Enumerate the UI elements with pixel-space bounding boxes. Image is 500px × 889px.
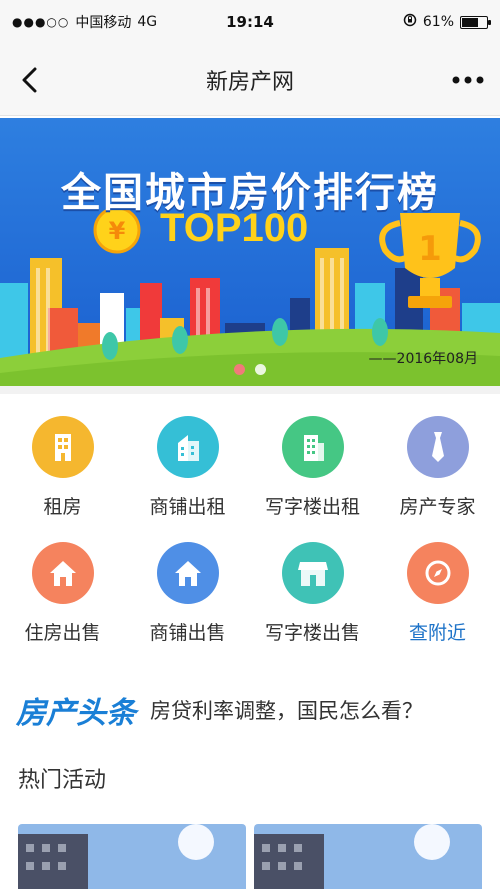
carousel-dot[interactable] (234, 364, 245, 375)
house-icon (31, 542, 94, 604)
headline-text[interactable]: 房贷利率调整，国民怎么看？ (150, 695, 423, 725)
grid-label: 房产专家 (399, 496, 476, 518)
promo-banner[interactable]: ¥ 1 全国城市房价排行榜 TOP100 ——2016年08月 (0, 118, 500, 386)
section-title-hot: 热门活动 (18, 768, 107, 793)
grid-label: 写字楼出售 (264, 622, 360, 644)
grid-label: 租房 (43, 496, 82, 518)
nav-bar: 新房产网 (0, 44, 500, 116)
coin-symbol: ¥ (109, 217, 126, 245)
grid-item-house-sale[interactable]: 住房出售 (0, 520, 125, 650)
building-icon (31, 416, 94, 478)
carrier-label: 中国移动 (75, 15, 132, 31)
signal-indicator: ●●●○○ (12, 15, 70, 29)
grid-item-office-rent[interactable]: 写字楼出租 (250, 394, 375, 524)
status-left: ●●●○○ 中国移动 4G (12, 12, 157, 32)
battery-percent: 61% (422, 14, 454, 30)
battery-level (462, 17, 478, 27)
banner-subtitle: TOP100 (160, 206, 309, 250)
carousel-dot[interactable] (255, 364, 266, 375)
page-title: 新房产网 (205, 69, 294, 95)
category-grid: 租房 商铺出租 写字楼出租 房产专家 住房出售 商铺出售 写字楼出售 查附近 (0, 394, 500, 668)
grid-item-office-sale[interactable]: 写字楼出售 (250, 520, 375, 650)
section-divider (0, 386, 500, 394)
office-building-icon (281, 416, 344, 478)
grid-item-shop-sale[interactable]: 商铺出售 (125, 520, 250, 650)
grid-item-expert[interactable]: 房产专家 (375, 394, 500, 524)
carousel-dots (0, 364, 500, 375)
hot-activities (0, 818, 500, 889)
trophy-digit: 1 (418, 229, 442, 269)
shop-building-icon (156, 416, 219, 478)
store-icon (281, 542, 344, 604)
grid-item-nearby[interactable]: 查附近 (375, 520, 500, 650)
network-label: 4G (137, 14, 158, 30)
grid-label: 查附近 (408, 622, 466, 644)
rotation-lock-icon (403, 13, 417, 31)
tie-icon (406, 416, 469, 478)
grid-label: 写字楼出租 (264, 496, 360, 518)
grid-item-shop-rent[interactable]: 商铺出租 (125, 394, 250, 524)
chevron-left-icon (22, 67, 37, 93)
grid-label: 商铺出租 (149, 496, 226, 518)
compass-icon (406, 542, 469, 604)
banner-illustration: ¥ 1 (0, 118, 500, 386)
grid-label: 住房出售 (24, 622, 101, 644)
house-icon (156, 542, 219, 604)
activity-image (18, 824, 246, 889)
more-button[interactable] (448, 62, 488, 98)
headline-brand: 房产头条 (16, 696, 136, 731)
news-headline[interactable]: 房产头条 房贷利率调整，国民怎么看？ (0, 680, 500, 740)
activity-image (254, 824, 482, 889)
back-button[interactable] (12, 62, 48, 98)
battery-icon (460, 15, 491, 29)
status-right: 61% (403, 13, 491, 31)
grid-item-rent[interactable]: 租房 (0, 394, 125, 524)
activity-card[interactable] (254, 824, 482, 889)
status-bar: ●●●○○ 中国移动 4G 19:14 61% (0, 0, 500, 44)
activity-card[interactable] (18, 824, 246, 889)
more-icon (452, 76, 484, 84)
grid-label: 商铺出售 (149, 622, 226, 644)
